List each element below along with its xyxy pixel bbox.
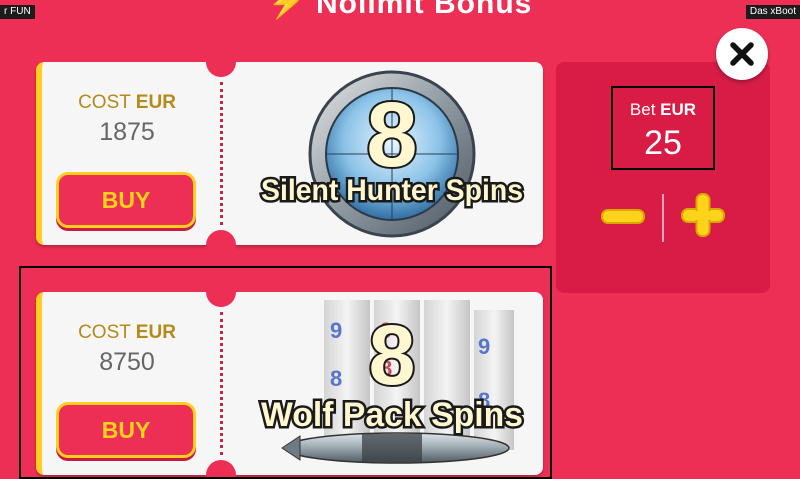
ticket-perforation bbox=[220, 82, 223, 225]
cost-label: COST EUR bbox=[52, 92, 202, 114]
cost-value: 1875 bbox=[99, 118, 155, 146]
bet-currency: EUR bbox=[660, 100, 697, 119]
bet-display: Bet EUR 25 bbox=[611, 86, 715, 170]
page-title-text: Nolimit Bonus bbox=[316, 0, 533, 20]
bet-value: 25 bbox=[644, 124, 682, 162]
page-title: ⚡ Nolimit Bonus bbox=[0, 0, 800, 21]
ticket-notch bbox=[206, 47, 236, 77]
cost-block: COST EUR 1875 bbox=[52, 92, 202, 147]
bet-word: Bet bbox=[629, 100, 656, 119]
bonus-buy-screen: r FUN Das xBoot ⚡ Nolimit Bonus COST EUR … bbox=[0, 0, 800, 479]
close-button[interactable] bbox=[716, 28, 768, 80]
bonus-name: Silent Hunter Spins bbox=[261, 174, 523, 207]
silent-hunter-spins-art: 8 Silent Hunter Spins bbox=[259, 70, 526, 238]
bonus-card-silent-hunter: COST EUR 1875 BUY 8 Silent Hunter Spins bbox=[36, 47, 543, 260]
minus-icon bbox=[601, 209, 645, 224]
increase-bet-button[interactable] bbox=[680, 192, 726, 238]
buy-button[interactable]: BUY bbox=[56, 172, 196, 228]
bet-label: Bet EUR bbox=[613, 100, 713, 120]
lightning-icon: ⚡ bbox=[267, 0, 307, 20]
decrease-bet-button[interactable] bbox=[600, 196, 646, 234]
cost-word: COST bbox=[78, 92, 131, 113]
selection-highlight bbox=[19, 266, 552, 479]
plus-icon bbox=[681, 193, 725, 237]
ticket-notch bbox=[206, 230, 236, 260]
bet-panel: Bet EUR 25 bbox=[556, 62, 770, 293]
spin-count: 8 bbox=[366, 84, 417, 186]
cost-currency: EUR bbox=[135, 92, 176, 113]
bet-divider bbox=[662, 194, 664, 242]
close-icon bbox=[730, 42, 754, 66]
